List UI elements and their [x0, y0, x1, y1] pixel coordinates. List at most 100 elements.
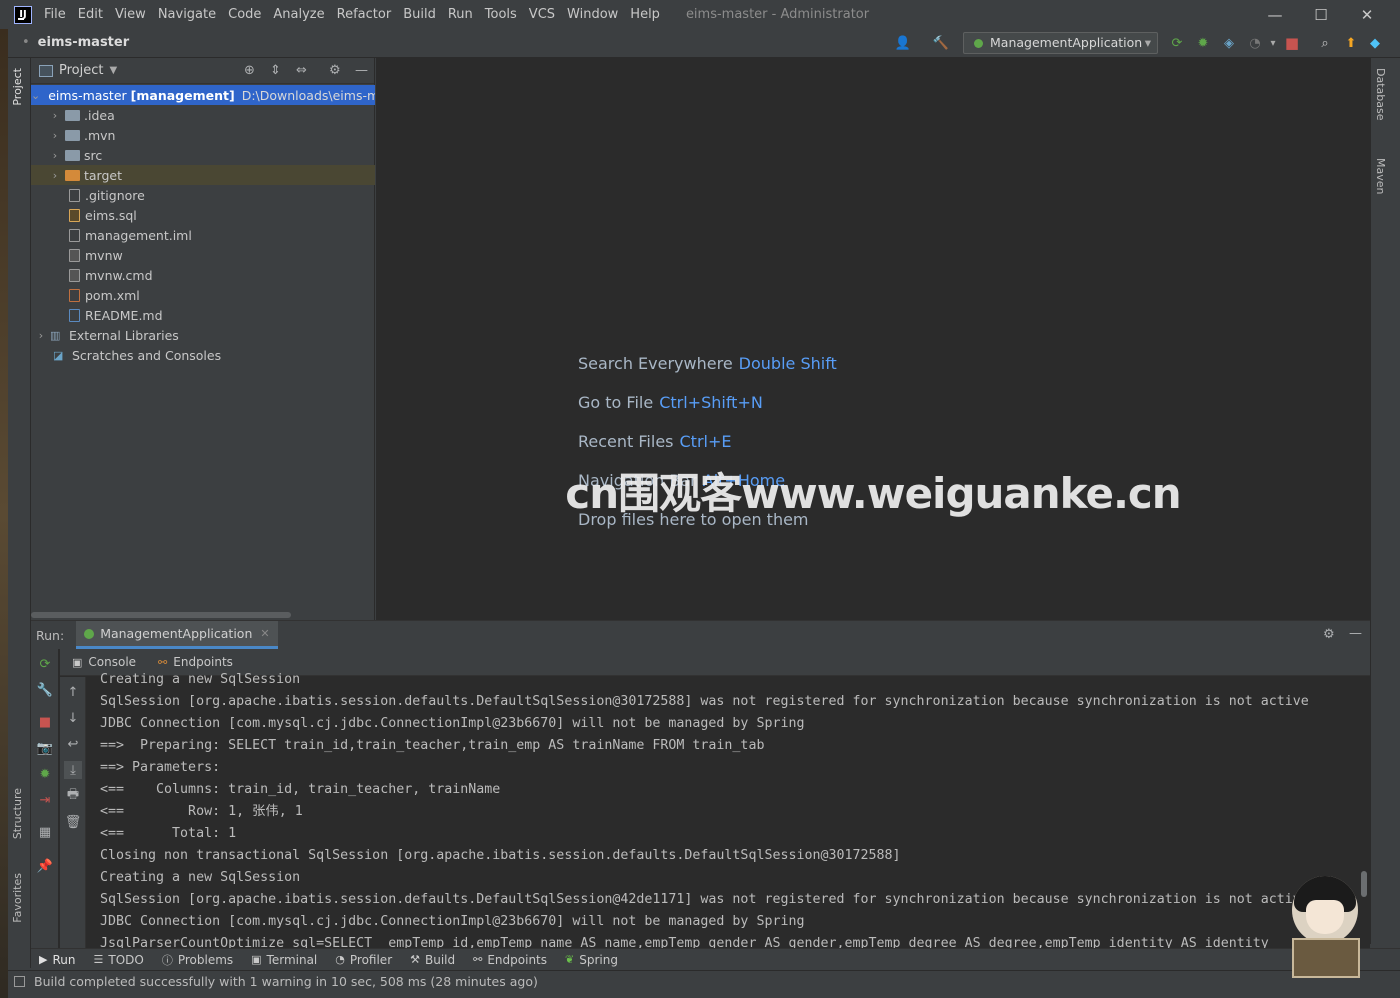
collapse-all-icon[interactable]: ⇔ — [296, 63, 307, 78]
chevron-right-icon[interactable]: › — [35, 329, 47, 342]
locate-icon[interactable]: ⊕ — [244, 63, 255, 78]
tree-item-eims-sql[interactable]: eims.sql — [31, 205, 375, 225]
menu-analyze[interactable]: Analyze — [267, 0, 330, 29]
tab-terminal[interactable]: ▣ Terminal — [249, 949, 319, 971]
update-icon[interactable]: ⬆ — [1342, 34, 1360, 52]
project-horizontal-scrollbar[interactable] — [31, 612, 291, 618]
editor-area[interactable]: Search Everywhere Double Shift Go to File… — [376, 58, 1370, 620]
profile-icon[interactable]: ◔ — [1246, 34, 1264, 52]
chevron-right-icon[interactable]: › — [49, 169, 61, 182]
menu-edit[interactable]: Edit — [72, 0, 109, 29]
tree-item-idea[interactable]: › .idea — [31, 105, 375, 125]
chevron-down-icon[interactable]: ⌄ — [31, 89, 40, 102]
tree-item-gitignore[interactable]: .gitignore — [31, 185, 375, 205]
menu-vcs[interactable]: VCS — [523, 0, 561, 29]
search-icon[interactable]: ⌕ — [1316, 34, 1334, 52]
menu-navigate[interactable]: Navigate — [152, 0, 222, 29]
maximize-button[interactable]: ☐ — [1298, 0, 1344, 29]
expand-all-icon[interactable]: ⇕ — [270, 63, 281, 78]
menu-file[interactable]: File — [38, 0, 72, 29]
status-message[interactable]: Build completed successfully with 1 warn… — [34, 974, 538, 989]
run-tab-management-application[interactable]: ManagementApplication ✕ — [76, 621, 278, 649]
layout-icon[interactable]: ▦ — [36, 823, 54, 841]
menu-view[interactable]: View — [109, 0, 152, 29]
menu-help[interactable]: Help — [624, 0, 666, 29]
menu-run[interactable]: Run — [442, 0, 479, 29]
rerun-icon[interactable]: ⟳ — [36, 655, 54, 673]
build-hammer-icon[interactable]: 🔨 — [932, 34, 950, 52]
gear-icon[interactable]: ⚙ — [1323, 627, 1335, 642]
menu-refactor[interactable]: Refactor — [331, 0, 398, 29]
tree-item-scratches[interactable]: ◪ Scratches and Consoles — [31, 345, 375, 365]
close-icon[interactable]: ✕ — [260, 627, 269, 640]
chevron-right-icon[interactable]: › — [49, 129, 61, 142]
console-tab[interactable]: ▣ Console — [72, 655, 136, 669]
tree-item-mvnw-cmd[interactable]: mvnw.cmd — [31, 265, 375, 285]
spring-boot-icon — [84, 628, 95, 639]
endpoints-tab[interactable]: ⚯ Endpoints — [158, 655, 233, 669]
tree-item-src[interactable]: › src — [31, 145, 375, 165]
status-toggle-icon[interactable] — [14, 976, 25, 987]
tab-todo[interactable]: ☰ TODO — [91, 949, 145, 971]
camera-icon[interactable]: 📷 — [36, 739, 54, 757]
tree-item-target[interactable]: › target — [31, 165, 375, 185]
tab-problems[interactable]: ⓘ Problems — [160, 949, 235, 971]
structure-tool-tab[interactable]: Structure — [11, 788, 24, 839]
scroll-to-end-icon[interactable]: ⤓ — [64, 761, 82, 779]
hide-panel-icon[interactable]: — — [1349, 626, 1362, 641]
menu-window[interactable]: Window — [561, 0, 624, 29]
maven-tool-tab[interactable]: Maven — [1374, 158, 1387, 194]
run-configuration-dropdown[interactable]: ManagementApplication — [963, 32, 1158, 54]
hide-panel-icon[interactable]: — — [355, 63, 368, 78]
console-vertical-scrollbar[interactable] — [1361, 871, 1367, 897]
tree-item-management-iml[interactable]: management.iml — [31, 225, 375, 245]
tree-item-mvn[interactable]: › .mvn — [31, 125, 375, 145]
plugin-icon[interactable]: ◆ — [1366, 34, 1384, 52]
rerun-icon[interactable]: ⟳ — [1168, 34, 1186, 52]
debug-icon[interactable]: ✹ — [1194, 34, 1212, 52]
tab-spring[interactable]: ❦ Spring — [563, 949, 620, 971]
menu-code[interactable]: Code — [222, 0, 267, 29]
tab-endpoints[interactable]: ⚯ Endpoints — [471, 949, 549, 971]
debug-icon[interactable]: ✹ — [36, 765, 54, 783]
user-icon[interactable]: 👤 — [894, 34, 912, 52]
trash-icon[interactable]: 🗑 — [64, 813, 82, 831]
project-tool-tab[interactable]: Project — [11, 68, 24, 106]
chevron-right-icon[interactable]: › — [49, 149, 61, 162]
gear-icon[interactable]: ⚙ — [329, 63, 341, 78]
tab-profiler[interactable]: ◔ Profiler — [333, 949, 394, 971]
tree-root-eims-master[interactable]: ⌄ eims-master [management] D:\Downloads\… — [31, 85, 375, 105]
database-tool-tab[interactable]: Database — [1374, 68, 1387, 121]
favorites-tool-tab[interactable]: Favorites — [11, 873, 24, 923]
pin-icon[interactable]: 📌 — [36, 857, 54, 875]
minimize-button[interactable]: — — [1252, 0, 1298, 29]
console-line: ==> Parameters: — [100, 760, 229, 775]
breadcrumb[interactable]: eims-master — [22, 35, 129, 50]
hint-go-to-file: Go to File Ctrl+Shift+N — [578, 393, 763, 412]
stop-icon[interactable]: ■ — [36, 713, 54, 731]
arrow-up-icon[interactable]: ↑ — [64, 683, 82, 701]
menu-build[interactable]: Build — [397, 0, 442, 29]
close-button[interactable]: ✕ — [1344, 0, 1390, 29]
soft-wrap-icon[interactable]: ↩ — [64, 735, 82, 753]
wrench-icon[interactable]: 🔧 — [36, 681, 54, 699]
tab-build[interactable]: ⚒ Build — [408, 949, 457, 971]
console-output[interactable]: Creating a new SqlSession SqlSession [or… — [87, 673, 1357, 949]
project-panel-header: Project ▼ ⊕ ⇕ ⇔ ⚙ — — [31, 58, 374, 84]
project-view-selector[interactable]: Project — [59, 63, 103, 78]
coverage-icon[interactable]: ◈ — [1220, 34, 1238, 52]
tree-item-external-libraries[interactable]: › ▥ External Libraries — [31, 325, 375, 345]
arrow-down-icon[interactable]: ↓ — [64, 709, 82, 727]
more-run-chevron-icon[interactable]: ▾ — [1264, 34, 1282, 52]
menu-tools[interactable]: Tools — [479, 0, 523, 29]
hint-label: Search Everywhere — [578, 354, 733, 373]
tree-item-readme-md[interactable]: README.md — [31, 305, 375, 325]
stop-icon[interactable]: ■ — [1283, 34, 1301, 52]
tree-item-pom-xml[interactable]: pom.xml — [31, 285, 375, 305]
tree-item-mvnw[interactable]: mvnw — [31, 245, 375, 265]
exit-icon[interactable]: ⇥ — [36, 791, 54, 809]
chevron-down-icon[interactable]: ▼ — [109, 65, 117, 76]
print-icon[interactable]: 🖶 — [64, 787, 82, 805]
tab-run[interactable]: ▶ Run — [37, 949, 77, 971]
chevron-right-icon[interactable]: › — [49, 109, 61, 122]
